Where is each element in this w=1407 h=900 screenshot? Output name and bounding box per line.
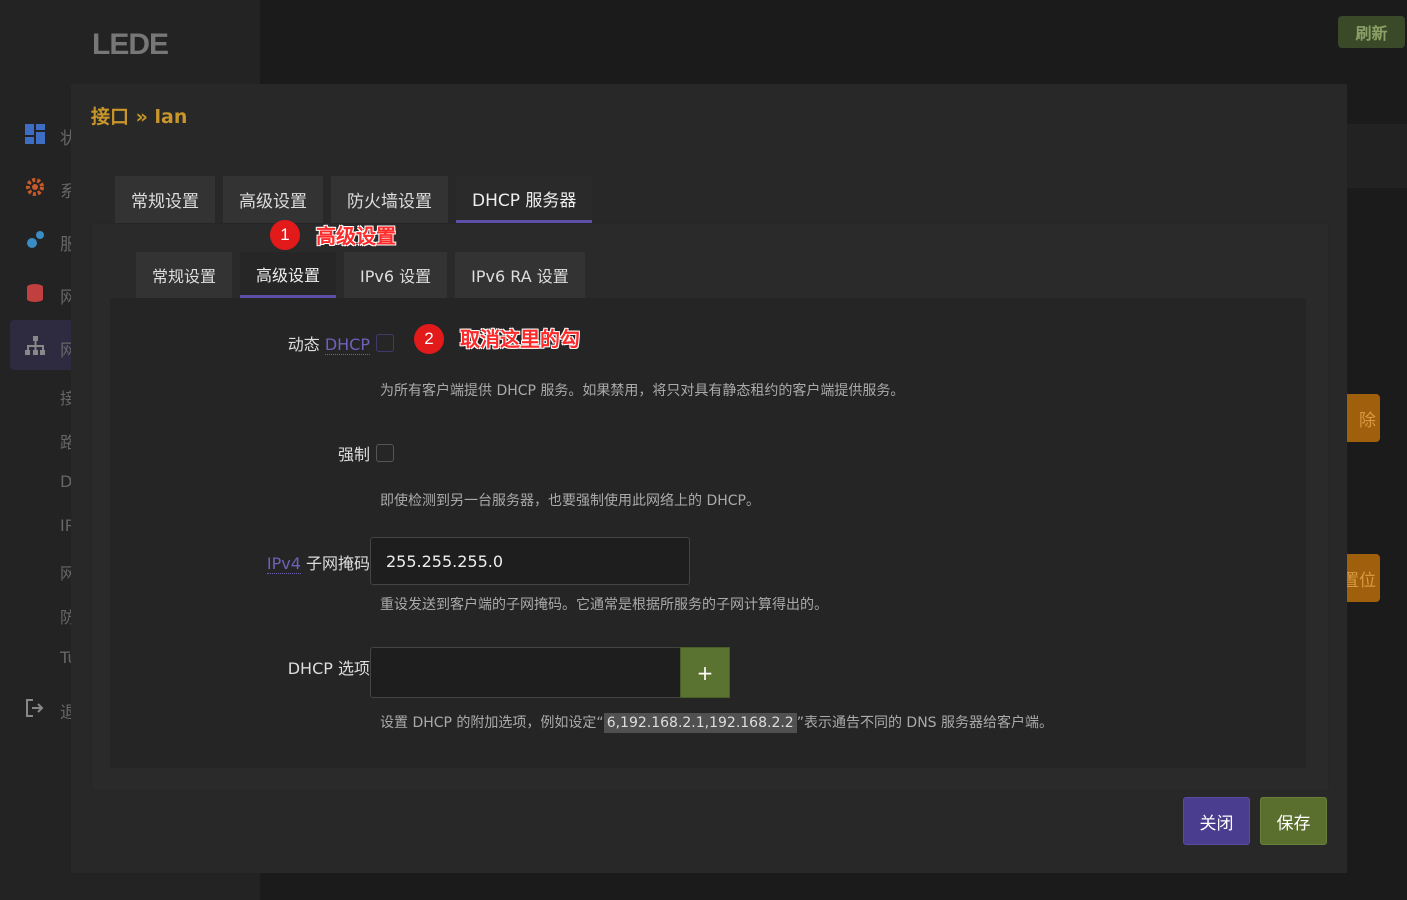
main-tabs: 常规设置 高级设置 防火墙设置 DHCP 服务器 <box>115 176 593 223</box>
sidebar-item-status[interactable]: 状 <box>0 114 77 154</box>
sidebar-item-network[interactable]: 网 <box>0 326 77 366</box>
background-row <box>1347 124 1407 188</box>
logout-icon <box>26 699 44 717</box>
netmask-label-text: 子网掩码 <box>300 554 370 573</box>
tab-dhcp-server[interactable]: DHCP 服务器 <box>456 176 593 223</box>
gear-icon <box>26 178 44 196</box>
dhcp-options-example-code: 6,192.168.2.1,192.168.2.2 <box>603 713 797 733</box>
network-icon <box>25 336 45 355</box>
cogs-icon <box>27 231 44 248</box>
dhcp-server-panel: 常规设置 高级设置 IPv6 设置 IPv6 RA 设置 动态 DHCP 为所有… <box>91 223 1329 791</box>
dhcp-abbr: DHCP <box>324 335 370 355</box>
dynamic-dhcp-description: 为所有客户端提供 DHCP 服务。如果禁用，将只对具有静态租约的客户端提供服务。 <box>380 383 905 399</box>
tab-advanced[interactable]: 高级设置 <box>223 176 323 223</box>
dhcp-options-label: DHCP 选项 <box>287 659 370 678</box>
netmask-label: IPv4 子网掩码 <box>266 550 370 574</box>
force-checkbox[interactable] <box>376 444 394 462</box>
tab-firewall[interactable]: 防火墙设置 <box>331 176 448 223</box>
subtab-advanced[interactable]: 高级设置 <box>240 252 337 298</box>
netmask-description: 重设发送到客户端的子网掩码。它通常是根据所服务的子网计算得出的。 <box>380 597 828 613</box>
save-button[interactable]: 保存 <box>1260 797 1327 845</box>
close-button[interactable]: 关闭 <box>1183 797 1250 845</box>
database-icon <box>27 284 43 302</box>
dynamic-dhcp-checkbox[interactable] <box>376 334 394 352</box>
force-description: 即使检测到另一台服务器，也要强制使用此网络上的 DHCP。 <box>380 493 760 509</box>
netmask-input[interactable] <box>370 537 690 585</box>
dhcp-options-desc-suffix: ”表示通告不同的 DNS 服务器给客户端。 <box>796 715 1054 731</box>
dhcp-options-desc-prefix: 设置 DHCP 的附加选项，例如设定“ <box>380 715 604 731</box>
dynamic-dhcp-label: 动态 DHCP <box>288 331 370 355</box>
sidebar-item-logout[interactable]: 退 <box>0 688 77 728</box>
top-bar <box>260 0 1407 84</box>
dhcp-options-add-button[interactable]: + <box>680 647 730 698</box>
annotation-text-1: 高级设置 <box>316 224 396 248</box>
dashboard-icon <box>25 124 45 144</box>
tab-general[interactable]: 常规设置 <box>115 176 215 223</box>
ipv4-abbr: IPv4 <box>266 554 301 574</box>
interface-modal: 接口 » lan 常规设置 高级设置 防火墙设置 DHCP 服务器 常规设置 高… <box>71 84 1347 873</box>
annotation-text-2: 取消这里的勾 <box>460 327 580 351</box>
dhcp-options-input[interactable] <box>370 647 682 698</box>
annotation-marker-1: 1 <box>270 220 300 250</box>
sub-tabs: 常规设置 高级设置 IPv6 设置 IPv6 RA 设置 <box>136 252 585 298</box>
dhcp-options-description: 设置 DHCP 的附加选项，例如设定“ 6,192.168.2.1,192.168… <box>380 712 1054 733</box>
sidebar-item-services[interactable]: 服 <box>0 220 77 260</box>
sidebar-item-system[interactable]: 系 <box>0 167 77 207</box>
app-logo: LEDE <box>92 28 169 61</box>
subtab-ipv6-ra[interactable]: IPv6 RA 设置 <box>455 252 585 298</box>
subtab-general[interactable]: 常规设置 <box>136 252 233 298</box>
refresh-button[interactable]: 刷新 <box>1338 16 1405 48</box>
sidebar-item-network-storage[interactable]: 网 <box>0 273 77 313</box>
force-label: 强制 <box>337 445 370 464</box>
dynamic-dhcp-label-text: 动态 <box>287 335 325 354</box>
advanced-settings-panel: 动态 DHCP 为所有客户端提供 DHCP 服务。如果禁用，将只对具有静态租约的… <box>110 298 1306 768</box>
subtab-ipv6[interactable]: IPv6 设置 <box>344 252 448 298</box>
annotation-marker-2: 2 <box>414 324 444 354</box>
modal-title: 接口 » lan <box>91 106 188 128</box>
